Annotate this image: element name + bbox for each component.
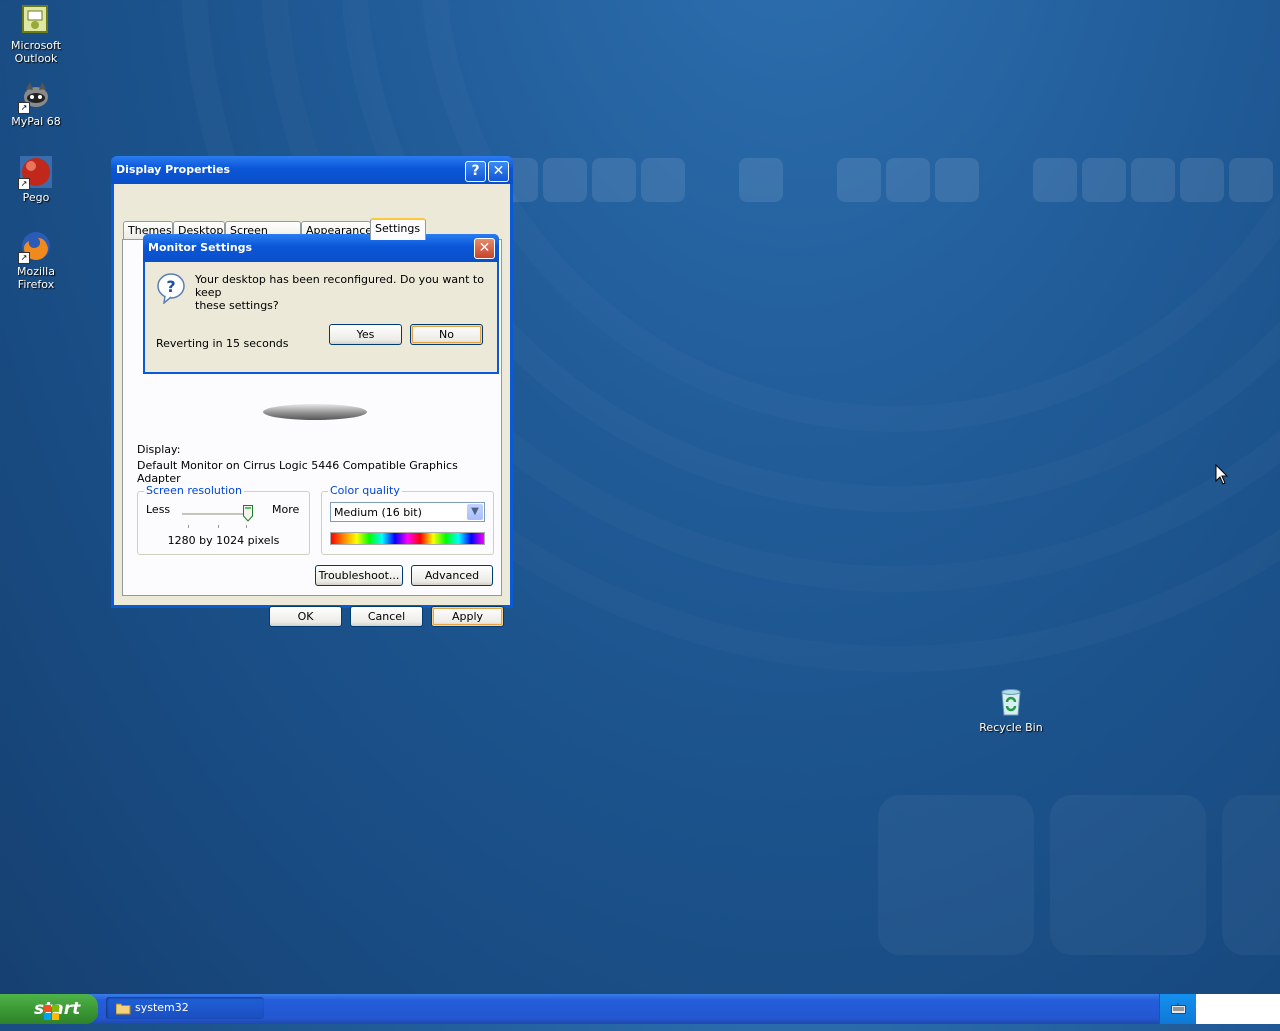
resolution-tick xyxy=(246,525,247,528)
taskbar: start system32 xyxy=(0,994,1280,1024)
taskbar-button-system32[interactable]: system32 xyxy=(106,997,264,1019)
help-button[interactable]: ? xyxy=(465,161,486,182)
desktop-icon-firefox[interactable]: ↗ Mozilla Firefox xyxy=(0,230,74,291)
no-button[interactable]: No xyxy=(410,324,483,345)
tray-clock-area xyxy=(1196,994,1280,1024)
resolution-tick xyxy=(188,525,189,528)
keyboard-icon[interactable] xyxy=(1171,1003,1186,1017)
display-properties-window: Display Properties ? ✕ Themes Desktop Sc… xyxy=(111,156,513,627)
resolution-tick xyxy=(218,525,219,528)
desktop-icon-outlook[interactable]: Microsoft Outlook xyxy=(0,4,74,65)
monitor-preview-stand xyxy=(263,404,367,420)
start-button[interactable]: start xyxy=(0,994,98,1024)
apply-button[interactable]: Apply xyxy=(431,606,504,627)
taskbar-button-label: system32 xyxy=(135,1001,189,1014)
question-icon: ? xyxy=(156,272,186,307)
dialog-title: Monitor Settings xyxy=(148,241,253,254)
dialog-message: Your desktop has been reconfigured. Do y… xyxy=(195,273,484,312)
display-label: Display: xyxy=(137,443,181,456)
yes-button[interactable]: Yes xyxy=(329,324,402,345)
resolution-slider-track[interactable] xyxy=(182,513,248,516)
shortcut-arrow-icon: ↗ xyxy=(18,102,30,114)
cancel-button[interactable]: Cancel xyxy=(350,606,423,627)
monitor-settings-titlebar[interactable]: Monitor Settings ✕ xyxy=(143,234,499,262)
chevron-down-icon[interactable]: ▼ xyxy=(467,504,483,520)
resolution-more-label: More xyxy=(272,503,300,516)
mouse-pointer-icon xyxy=(1215,463,1229,489)
resolution-less-label: Less xyxy=(146,503,171,516)
help-icon: ? xyxy=(471,163,480,179)
recycle-bin-icon xyxy=(995,686,1027,718)
desktop-icon-pego[interactable]: ↗ Pego xyxy=(0,156,74,204)
screen-resolution-group: Screen resolution Less More 1280 by 1024… xyxy=(137,484,310,555)
pego-ball-icon: ↗ xyxy=(18,156,52,190)
firefox-icon: ↗ xyxy=(18,230,52,264)
close-button[interactable]: ✕ xyxy=(474,238,495,259)
troubleshoot-button[interactable]: Troubleshoot... xyxy=(315,565,403,586)
windows-logo-icon xyxy=(10,1001,59,1020)
system-tray xyxy=(1159,994,1197,1024)
color-quality-select[interactable]: Medium (16 bit) ▼ xyxy=(330,502,485,522)
window-title: Display Properties xyxy=(116,163,231,176)
display-properties-titlebar[interactable]: Display Properties ? ✕ xyxy=(111,156,513,184)
svg-text:?: ? xyxy=(166,277,175,296)
color-quality-value: Medium (16 bit) xyxy=(334,506,422,519)
resolution-slider-thumb[interactable] xyxy=(243,505,253,522)
ok-button[interactable]: OK xyxy=(269,606,342,627)
shortcut-arrow-icon: ↗ xyxy=(18,178,30,190)
color-spectrum-bar xyxy=(330,532,485,545)
resolution-value: 1280 by 1024 pixels xyxy=(167,534,280,547)
outlook-icon xyxy=(20,4,52,36)
close-button[interactable]: ✕ xyxy=(488,161,509,182)
monitor-settings-body: ? Your desktop has been reconfigured. Do… xyxy=(145,262,497,372)
display-adapter-text: Default Monitor on Cirrus Logic 5446 Com… xyxy=(137,459,458,485)
color-quality-group: Color quality Medium (16 bit) ▼ xyxy=(321,484,494,555)
desktop-icon-mypal[interactable]: ↗ MyPal 68 xyxy=(0,80,74,128)
close-icon: ✕ xyxy=(478,240,491,256)
close-icon: ✕ xyxy=(492,163,505,179)
tab-settings[interactable]: Settings xyxy=(370,218,426,240)
folder-icon xyxy=(115,1001,131,1023)
screen-resolution-legend: Screen resolution xyxy=(144,484,244,497)
desktop-icon-recycle-bin[interactable]: Recycle Bin xyxy=(973,686,1049,734)
revert-countdown: Reverting in 15 seconds xyxy=(156,337,289,350)
advanced-button[interactable]: Advanced xyxy=(411,565,493,586)
shortcut-arrow-icon: ↗ xyxy=(18,252,30,264)
mypal-raccoon-icon: ↗ xyxy=(18,80,52,114)
color-quality-legend: Color quality xyxy=(328,484,402,497)
monitor-settings-dialog: Monitor Settings ✕ ? Your desktop has be… xyxy=(143,234,499,374)
